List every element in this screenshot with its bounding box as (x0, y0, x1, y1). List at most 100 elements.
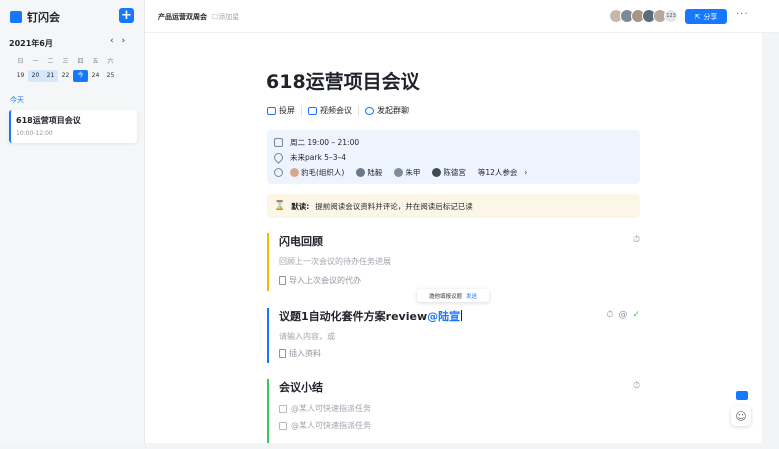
weekday: 一 (32, 58, 39, 65)
hourglass-icon: ⌛ (274, 201, 286, 211)
notice-key: 默读: (291, 201, 310, 211)
weekday: 六 (107, 58, 114, 65)
meeting-info-card: 周二 19:00 – 21:00 未来park 5–3–4 豹毛(组织人) 陆毅… (267, 130, 640, 184)
app-logo-icon (10, 11, 22, 23)
insert-material-link[interactable]: 插入资料 (279, 348, 321, 359)
invite-tooltip: 邀他填报议题 发送 (417, 289, 489, 302)
meeting-actions: 投屏 视频会议 发起群聊 (267, 105, 421, 116)
screen-icon (267, 106, 276, 115)
section-tools: ⏱ @ ✓ (606, 310, 640, 320)
weekday: 二 (47, 58, 54, 65)
add-meeting-button[interactable]: + (119, 8, 134, 23)
calendar-month: 2021年6月 (9, 39, 53, 48)
prev-month-icon[interactable]: ‹ (110, 36, 122, 46)
feedback-button[interactable]: ☺ (731, 406, 751, 426)
insert-material-label: 插入资料 (289, 349, 321, 358)
next-month-icon[interactable]: › (122, 36, 134, 46)
timer-icon[interactable]: ⏱ (606, 310, 613, 320)
participant-avatars[interactable]: 123 (609, 9, 678, 23)
more-options-button[interactable]: ··· (736, 9, 749, 20)
task-text: @某人可快速指派任务 (291, 421, 371, 430)
group-chat-button[interactable]: 发起群聊 (365, 105, 415, 116)
calendar-day[interactable]: 24 (88, 70, 103, 82)
meeting-participants-row[interactable]: 豹毛(组织人) 陆毅 朱甲 陈德宫 等12人参会 › (274, 167, 527, 178)
section-accent-bar (267, 379, 269, 443)
weekday: 四 (77, 58, 84, 65)
meeting-time: 周二 19:00 – 21:00 (290, 138, 360, 147)
checkbox[interactable] (279, 404, 287, 413)
calendar-day[interactable]: 19 (13, 70, 28, 82)
section-topic: 议题1自动化套件方案review@陆宣 ⏱ @ ✓ 请输入内容，或 插入资料 (267, 308, 640, 363)
add-star-label: 添加星 (218, 13, 240, 21)
chevron-right-icon: › (524, 168, 528, 177)
import-todos-link[interactable]: 导入上次会议的代办 (279, 275, 361, 286)
timer-icon[interactable]: ⏱ (633, 381, 640, 391)
avatar (432, 168, 442, 177)
section-desc: 回顾上一次会议的待办任务进展 (279, 257, 391, 266)
participant-name: 陈德宫 (443, 168, 466, 177)
chat-icon (365, 106, 374, 115)
meeting-location: 未来park 5–3–4 (290, 153, 346, 162)
calendar-day[interactable]: 25 (103, 70, 118, 82)
today-label: 今天 (10, 96, 24, 104)
help-badge-icon[interactable] (736, 391, 748, 400)
video-meeting-label: 视频会议 (320, 106, 352, 115)
text-cursor (461, 310, 463, 321)
weekday: 三 (62, 58, 69, 65)
meeting-list-item[interactable]: 618运营项目会议 10:00-12:00 (9, 110, 137, 143)
calendar-day-today[interactable]: 今 (73, 70, 88, 82)
share-button[interactable]: ⇱ 分享 (685, 9, 727, 24)
section-title[interactable]: 会议小结 (279, 379, 323, 395)
avatar (356, 168, 366, 177)
weekday: 五 (92, 58, 99, 65)
participant-count: 123 (664, 9, 678, 23)
add-star-button[interactable]: ☐添加星 (212, 12, 239, 22)
section-title[interactable]: 闪电回顾 (279, 233, 323, 249)
reading-notice: ⌛ 默读: 提前阅读会议资料并评论，并在阅读后标记已读 (267, 194, 640, 218)
page-title[interactable]: 618运营项目会议 (266, 67, 420, 94)
video-icon (308, 106, 317, 115)
at-icon[interactable]: @ (618, 310, 627, 320)
meeting-doc: 618运营项目会议 投屏 视频会议 发起群聊 周二 19:00 – 21:00 … (145, 33, 762, 443)
section-summary: 会议小结 ⏱ @某人可快速指派任务 @某人可快速指派任务 (267, 379, 640, 443)
timer-icon[interactable]: ⏱ (633, 235, 640, 245)
participant: 朱甲 (394, 167, 420, 178)
section-accent-bar (267, 308, 269, 363)
section-flash-review: 闪电回顾 ⏱ 回顾上一次会议的待办任务进展 导入上次会议的代办 (267, 233, 640, 291)
participant: 陆毅 (356, 167, 382, 178)
task-text: @某人可快速指派任务 (291, 404, 371, 413)
participant-name: 陆毅 (367, 168, 383, 177)
document-icon (279, 349, 286, 358)
group-chat-label: 发起群聊 (377, 106, 409, 115)
share-icon: ⇱ (694, 12, 701, 21)
content-placeholder[interactable]: 请输入内容，或 (279, 331, 335, 342)
task-item[interactable]: @某人可快速指派任务 (279, 403, 371, 414)
section-title[interactable]: 议题1自动化套件方案review@陆宣 (279, 308, 463, 324)
calendar-day[interactable]: 22 (58, 70, 73, 82)
checkbox[interactable] (279, 421, 287, 430)
weekday: 日 (17, 58, 24, 65)
avatar (290, 168, 299, 177)
document-icon (279, 276, 286, 285)
topic-title-text: 议题1自动化套件方案review (279, 310, 428, 323)
share-label: 分享 (703, 12, 718, 21)
section-accent-bar (267, 233, 269, 291)
calendar-day[interactable]: 21 (43, 70, 58, 82)
cast-screen-label: 投屏 (279, 106, 295, 115)
meeting-list-title: 618运营项目会议 (16, 116, 81, 125)
calendar-weekdays: 日 一 二 三 四 五 六 (13, 56, 118, 68)
meeting-location-row: 未来park 5–3–4 (272, 151, 346, 164)
app-brand: 钉闪会 (10, 9, 60, 25)
task-item[interactable]: @某人可快速指派任务 (279, 420, 371, 431)
video-meeting-button[interactable]: 视频会议 (308, 105, 359, 116)
cast-screen-button[interactable]: 投屏 (267, 105, 302, 116)
import-todos-label: 导入上次会议的代办 (289, 276, 361, 285)
mention[interactable]: @陆宣 (427, 310, 460, 323)
app-name: 钉闪会 (27, 11, 60, 24)
tooltip-send-button[interactable]: 发送 (466, 292, 477, 300)
doc-name: 产品运营双周会 (158, 13, 207, 21)
calendar-nav: ‹› (110, 36, 133, 46)
people-icon (274, 168, 283, 177)
check-icon[interactable]: ✓ (632, 310, 640, 320)
calendar-day[interactable]: 20 (28, 70, 43, 82)
